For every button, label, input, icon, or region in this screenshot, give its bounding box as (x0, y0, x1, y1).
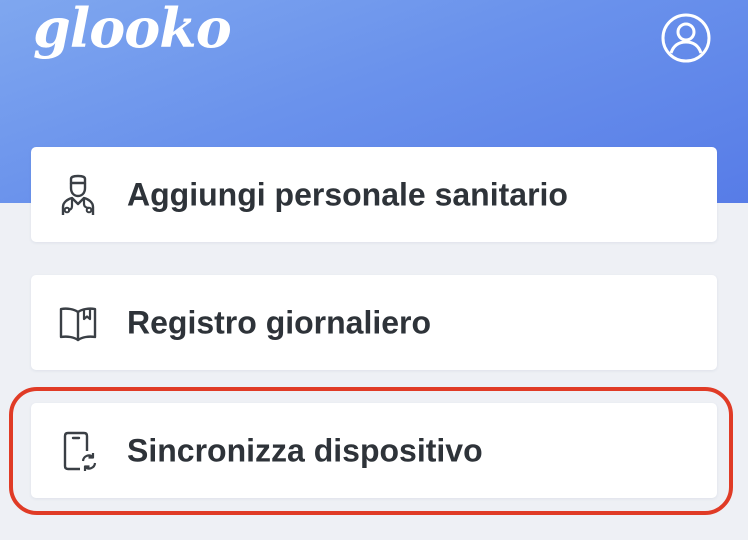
menu-item-label: Registro giornaliero (127, 304, 432, 340)
glooko-logo: glooko (33, 0, 232, 60)
menu-item-sync-device[interactable]: Sincronizza dispositivo (31, 403, 717, 498)
menu-item-add-healthcare-staff[interactable]: Aggiungi personale sanitario (31, 147, 717, 242)
user-circle-icon (661, 13, 711, 63)
menu-item-label: Aggiungi personale sanitario (127, 176, 568, 212)
menu-item-label: Sincronizza dispositivo (127, 432, 483, 468)
phone-sync-icon (58, 429, 98, 473)
menu-item-daily-log[interactable]: Registro giornaliero (31, 275, 717, 370)
profile-button[interactable] (660, 12, 712, 64)
book-icon (58, 301, 98, 345)
doctor-icon (58, 173, 98, 217)
